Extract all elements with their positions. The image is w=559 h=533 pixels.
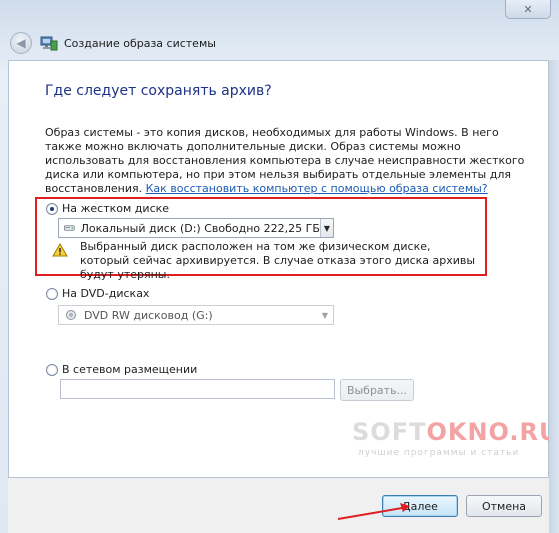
cancel-button[interactable]: Отмена — [466, 495, 542, 517]
chevron-down-icon[interactable]: ▼ — [319, 219, 333, 237]
annotation-arrow — [337, 503, 410, 520]
dvd-drive-icon — [66, 310, 76, 320]
radio-hard-disk[interactable] — [46, 203, 58, 215]
option-dvd-label[interactable]: На DVD-дисках — [62, 287, 149, 300]
watermark: SOFTOKNO.RU лучшие программы и статьи — [352, 418, 558, 468]
watermark-tagline: лучшие программы и статьи — [358, 448, 520, 458]
watermark-brand-suffix: OKNO.RU — [426, 418, 559, 446]
back-arrow-icon: ◀ — [16, 36, 26, 50]
close-button[interactable]: ✕ — [505, 0, 551, 19]
window-border-right — [549, 60, 559, 533]
warning-text: Выбранный диск расположен на том же физи… — [80, 240, 476, 281]
hard-drive-icon — [64, 225, 75, 231]
window-title: Создание образа системы — [64, 37, 216, 50]
browse-button[interactable]: Выбрать... — [340, 379, 414, 401]
page-heading: Где следует сохранять архив? — [45, 83, 272, 99]
warning-icon — [52, 243, 68, 257]
option-network-label[interactable]: В сетевом размещении — [62, 363, 197, 376]
close-icon: ✕ — [523, 2, 533, 16]
help-link[interactable]: Как восстановить компьютер с помощью обр… — [146, 182, 488, 195]
watermark-logo: SOFTOKNO.RU — [352, 418, 559, 446]
option-hard-disk-label[interactable]: На жестком диске — [62, 202, 169, 215]
dvd-select[interactable]: DVD RW дисковод (G:) ▼ — [58, 305, 334, 325]
backup-app-icon — [40, 36, 58, 51]
page-description: Образ системы - это копия дисков, необхо… — [45, 126, 525, 196]
watermark-brand-prefix: SOFT — [352, 418, 427, 446]
chevron-down-icon[interactable]: ▼ — [317, 306, 333, 324]
network-path-input[interactable] — [60, 379, 335, 399]
hard-disk-select[interactable]: Локальный диск (D:) Свободно 222,25 ГБ ▼ — [58, 218, 334, 238]
back-button[interactable]: ◀ — [10, 32, 32, 54]
hard-disk-select-value: Локальный диск (D:) Свободно 222,25 ГБ — [80, 221, 320, 235]
radio-network[interactable] — [46, 364, 58, 376]
radio-dvd[interactable] — [46, 288, 58, 300]
dvd-select-value: DVD RW дисковод (G:) — [84, 308, 213, 322]
title-bar: ◀ Создание образа системы — [0, 28, 559, 58]
